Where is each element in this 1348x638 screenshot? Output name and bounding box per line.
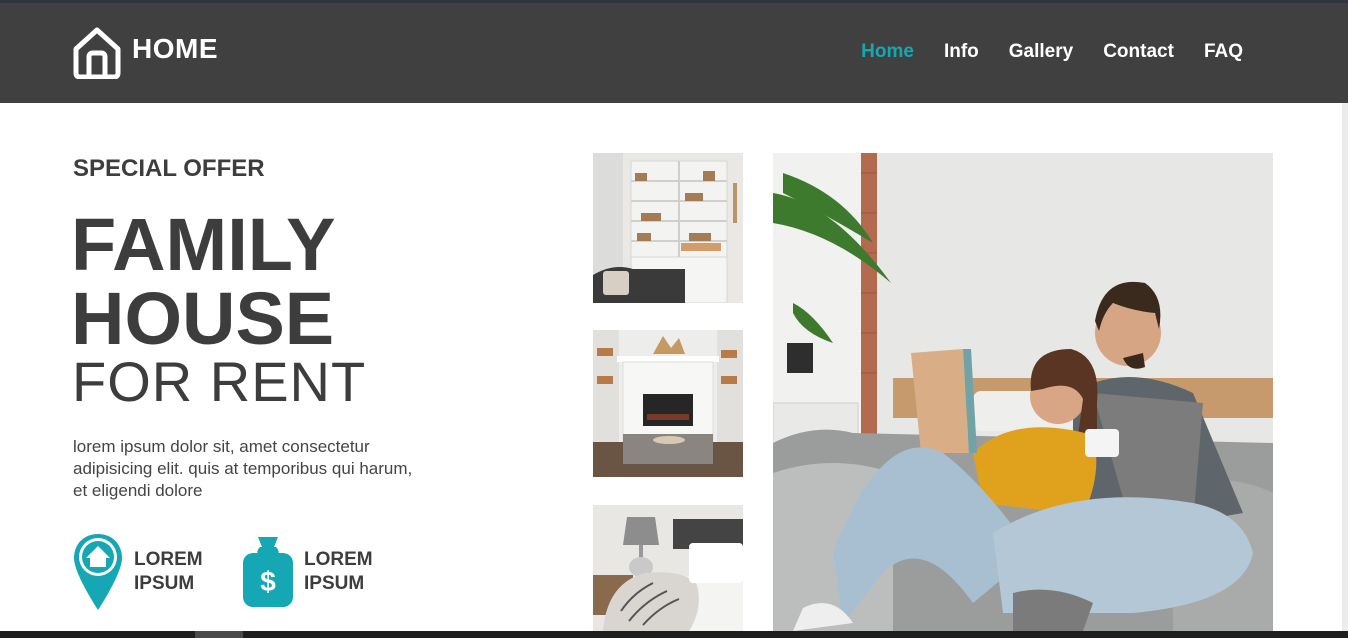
main-nav: Home Info Gallery Contact FAQ	[861, 41, 1243, 63]
bedroom-lamp-photo	[593, 505, 743, 631]
nav-gallery[interactable]: Gallery	[1009, 41, 1073, 63]
nav-faq[interactable]: FAQ	[1204, 41, 1243, 63]
hero-title-line1: FAMILY	[71, 203, 336, 286]
horizontal-scrollbar[interactable]	[0, 631, 1348, 638]
house-outline-icon	[73, 27, 121, 79]
brand-name: HOME	[132, 33, 218, 64]
brand-logo[interactable]: HOME	[72, 25, 218, 79]
scrollbar-thumb[interactable]	[195, 631, 243, 638]
feature-location-line2: IPSUM	[134, 573, 195, 594]
nav-home[interactable]: Home	[861, 41, 914, 63]
special-offer-label: SPECIAL OFFER	[73, 155, 265, 182]
feature-price-line2: IPSUM	[304, 573, 365, 594]
hero-title-line3: FOR RENT	[72, 350, 367, 413]
living-room-shelves-photo	[593, 153, 743, 303]
nav-info[interactable]: Info	[944, 41, 979, 63]
nav-contact[interactable]: Contact	[1103, 41, 1174, 63]
feature-location: LOREM IPSUM	[72, 532, 203, 612]
hero-description: lorem ipsum dolor sit, amet consectetur …	[73, 437, 413, 500]
home-location-pin-icon	[74, 534, 122, 610]
couple-on-sofa-photo	[773, 153, 1273, 631]
hero-title-line2: HOUSE	[71, 277, 335, 360]
svg-text:$: $	[260, 566, 276, 597]
feature-price-line1: LOREM	[304, 549, 373, 570]
money-bag-icon: $	[243, 537, 293, 607]
fireplace-room-photo	[593, 330, 743, 477]
vertical-scrollbar[interactable]	[1342, 103, 1348, 631]
feature-price: $ LOREM IPSUM	[242, 535, 373, 609]
navbar: HOME Home Info Gallery Contact FAQ	[0, 3, 1348, 103]
feature-location-line1: LOREM	[134, 549, 203, 570]
